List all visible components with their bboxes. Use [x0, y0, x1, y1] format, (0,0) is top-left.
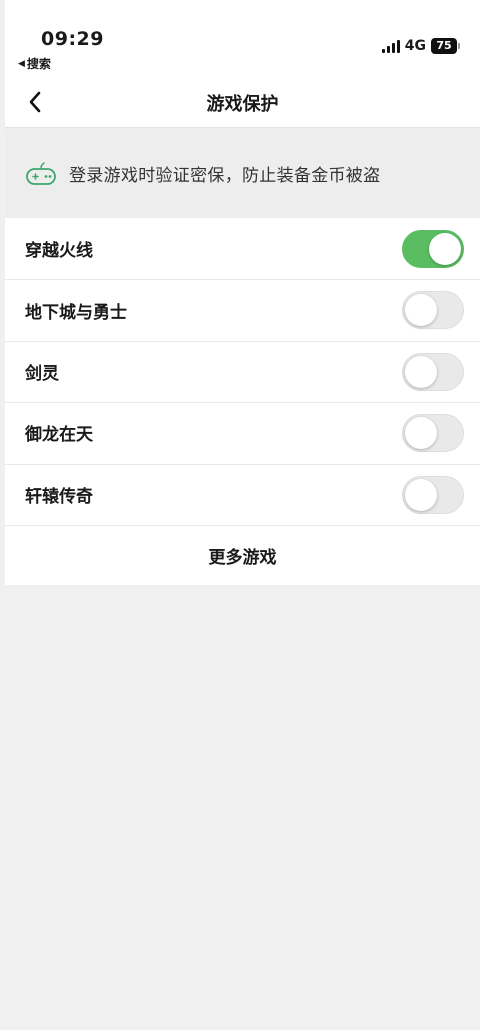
list-item: 剑灵: [5, 340, 480, 402]
network-type: 4G: [404, 38, 426, 54]
gamepad-icon: [25, 161, 57, 186]
toggle-knob: [429, 233, 461, 265]
game-name: 轩辕传奇: [25, 486, 93, 507]
list-item: 地下城与勇士: [5, 279, 480, 340]
toggle-knob: [405, 355, 437, 388]
protection-toggle[interactable]: [402, 291, 464, 330]
game-name: 地下城与勇士: [25, 302, 127, 323]
status-bar: 09:29 ◀ 搜索 4G 75: [5, 0, 480, 78]
page-title: 游戏保护: [206, 94, 279, 115]
status-time: 09:29: [41, 28, 104, 50]
game-protection-screen: 09:29 ◀ 搜索 4G 75 游戏保护 登录游戏时验证密保，防止装备金币被盗…: [5, 0, 480, 1030]
toggle-knob: [405, 294, 437, 327]
more-games-button[interactable]: 更多游戏: [5, 525, 480, 585]
toggle-knob: [405, 478, 437, 511]
list-item: 御龙在天: [5, 402, 480, 463]
toggle-knob: [405, 417, 437, 450]
back-triangle-icon: ◀: [18, 58, 25, 69]
status-indicators: 4G 75: [381, 38, 460, 54]
protection-toggle[interactable]: [402, 230, 464, 268]
protection-toggle[interactable]: [402, 475, 464, 514]
banner-text: 登录游戏时验证密保，防止装备金币被盗: [69, 166, 381, 186]
game-name: 穿越火线: [25, 241, 93, 262]
list-item: 穿越火线: [5, 218, 480, 279]
game-name: 御龙在天: [25, 425, 93, 446]
info-banner: 登录游戏时验证密保，防止装备金币被盗: [5, 129, 480, 218]
nav-bar: 游戏保护: [5, 78, 480, 128]
list-item: 轩辕传奇: [5, 463, 480, 525]
protection-toggle[interactable]: [402, 414, 464, 453]
back-app-label: 搜索: [26, 57, 51, 71]
battery-icon: 75: [431, 38, 460, 54]
game-name: 剑灵: [25, 363, 59, 384]
signal-icon: [381, 39, 400, 53]
more-games-label: 更多游戏: [208, 548, 277, 568]
game-list: 穿越火线 地下城与勇士 剑灵 御龙在天 轩辕传奇: [5, 218, 480, 525]
battery-level: 75: [431, 38, 457, 54]
protection-toggle[interactable]: [402, 352, 464, 391]
back-to-app-link[interactable]: ◀ 搜索: [18, 55, 51, 72]
